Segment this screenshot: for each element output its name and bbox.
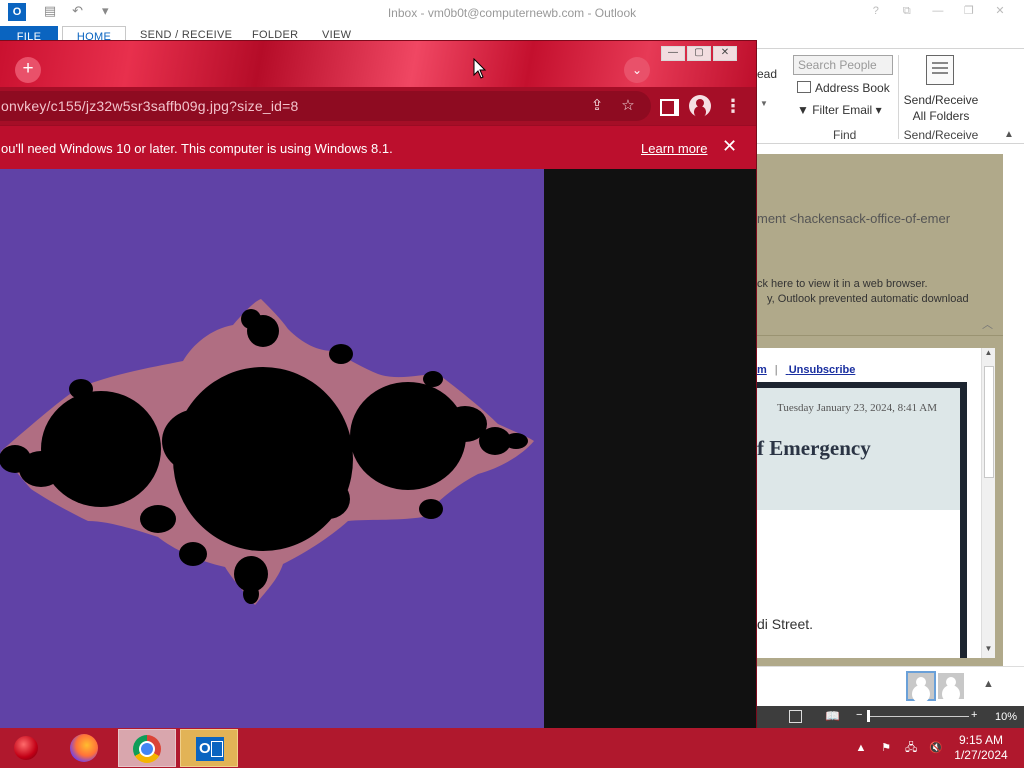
header-divider — [757, 335, 1003, 336]
taskbar-firefox[interactable] — [56, 729, 114, 767]
tab-search-button[interactable]: ⌄ — [624, 57, 650, 83]
infobar-message: ou'll need Windows 10 or later. This com… — [1, 141, 393, 156]
zoom-in-button[interactable]: + — [971, 709, 977, 721]
bookmark-star-icon[interactable]: ☆ — [618, 96, 638, 116]
address-book-label: Address Book — [815, 81, 890, 95]
outlook-window-controls: ? ⧉ — ❐ ✕ — [862, 4, 1014, 18]
url-text[interactable]: onvkey/c155/jz32w5sr3saffb09g.jpg?size_i… — [1, 98, 298, 114]
address-book-icon — [797, 81, 811, 93]
action-center-icon[interactable]: ⚑ — [875, 741, 897, 754]
email-date: Tuesday January 23, 2024, 8:41 AM — [777, 402, 938, 414]
chevron-up-icon[interactable]: ▲ — [983, 678, 994, 690]
email-heading: f Emergency — [757, 436, 871, 460]
chevron-down-icon: ▾ — [872, 103, 882, 117]
taskbar-chrome[interactable] — [118, 729, 176, 767]
taskbar: O ▲ ⚑ 🖧 🔇 9:15 AM 1/27/2024 — [0, 728, 1024, 768]
send-receive-all-icon[interactable] — [926, 55, 954, 85]
taskbar-outlook[interactable]: O — [180, 729, 238, 767]
chrome-icon — [133, 735, 161, 763]
people-pane: ▲ — [757, 666, 1024, 706]
chevron-down-icon[interactable]: ▼ — [760, 99, 768, 108]
learn-more-link[interactable]: Learn more — [641, 141, 707, 156]
maximize-button[interactable]: ▢ — [687, 46, 711, 61]
ribbon-display-button[interactable]: ⧉ — [893, 5, 921, 18]
normal-view-icon[interactable] — [789, 710, 802, 723]
profile-avatar-icon[interactable] — [689, 95, 711, 117]
restore-button[interactable]: ❐ — [955, 4, 983, 17]
filter-email-label: Filter Email — [812, 103, 873, 117]
reading-view-icon[interactable]: 📖 — [825, 709, 840, 723]
filter-email-button[interactable]: ▼ Filter Email ▾ — [797, 103, 882, 117]
send-receive-all-button[interactable]: Send/Receive All Folders — [900, 92, 982, 124]
address-bar[interactable]: onvkey/c155/jz32w5sr3saffb09g.jpg?size_i… — [0, 91, 651, 121]
tab-strip[interactable]: + ⌄ — ▢ ✕ — [0, 41, 756, 87]
share-icon[interactable]: ⇪ — [587, 96, 607, 116]
zoom-out-button[interactable]: − — [856, 709, 862, 721]
infobar-download-blocked[interactable]: y, Outlook prevented automatic download — [767, 293, 1003, 305]
scroll-thumb[interactable] — [984, 366, 994, 478]
help-button[interactable]: ? — [862, 5, 890, 17]
system-tray: ▲ ⚑ 🖧 🔇 — [850, 739, 947, 758]
group-label-send-receive: Send/Receive — [903, 128, 979, 142]
lead-label[interactable]: ead — [757, 67, 777, 81]
infobar-web-view[interactable]: ck here to view it in a web browser. — [757, 278, 1003, 290]
side-panel-icon[interactable] — [657, 96, 679, 116]
page-content — [0, 169, 756, 745]
zoom-level[interactable]: 10% — [995, 711, 1017, 723]
collapse-ribbon-icon[interactable]: ▲ — [1004, 129, 1014, 140]
email-street-text: di Street. — [757, 616, 814, 632]
new-tab-button[interactable]: + — [15, 57, 41, 83]
unsubscribe-link[interactable]: Unsubscribe — [789, 364, 856, 376]
chrome-window: + ⌄ — ▢ ✕ onvkey/c155/jz32w5sr3saffb09g.jp… — [0, 40, 757, 746]
minimize-button[interactable]: — — [924, 5, 952, 17]
start-button[interactable] — [8, 730, 44, 766]
clock[interactable]: 9:15 AM 1/27/2024 — [948, 733, 1014, 763]
message-links: m | Unsubscribe — [757, 364, 863, 376]
collapse-header-icon[interactable]: ︿ — [982, 316, 993, 332]
scroll-up-icon[interactable]: ▲ — [982, 348, 995, 362]
zoom-slider-thumb[interactable] — [867, 710, 870, 722]
address-book-button[interactable]: Address Book — [797, 81, 890, 95]
chrome-window-controls: — ▢ ✕ — [661, 42, 739, 61]
contact-avatar[interactable] — [938, 673, 964, 699]
clock-time: 9:15 AM — [958, 733, 1004, 747]
message-scrollbar[interactable]: ▲ ▼ — [981, 348, 995, 658]
message-body: m | Unsubscribe Tuesday January 23, 2024,… — [757, 348, 981, 658]
minimize-button[interactable]: — — [661, 46, 685, 61]
unsupported-os-infobar: ou'll need Windows 10 or later. This com… — [0, 125, 756, 169]
clock-date: 1/27/2024 — [954, 748, 1008, 762]
filter-icon: ▼ — [797, 103, 813, 117]
email-content-frame: Tuesday January 23, 2024, 8:41 AM f Emer… — [757, 382, 967, 658]
browser-toolbar: onvkey/c155/jz32w5sr3saffb09g.jpg?size_i… — [0, 87, 756, 125]
show-hidden-icons-icon[interactable]: ▲ — [850, 742, 872, 754]
firefox-icon — [70, 734, 98, 762]
link-partial[interactable]: m — [757, 364, 767, 376]
group-label-find: Find — [833, 128, 857, 142]
start-orb-icon — [14, 736, 38, 760]
scroll-down-icon[interactable]: ▼ — [982, 644, 995, 658]
fractal-image[interactable] — [0, 169, 544, 729]
ribbon-divider — [898, 55, 899, 139]
link-separator: | — [774, 364, 778, 376]
close-icon[interactable]: ✕ — [722, 136, 737, 157]
email-header-box: Tuesday January 23, 2024, 8:41 AM f Emer… — [757, 388, 960, 510]
contact-avatar[interactable] — [906, 671, 936, 701]
message-sender: ment <hackensack-office-of-emer — [757, 211, 951, 226]
volume-muted-icon[interactable]: 🔇 — [925, 741, 947, 754]
mouse-cursor-icon — [473, 58, 487, 79]
outlook-icon: O — [196, 737, 224, 761]
chrome-menu-icon[interactable]: ⋮ — [723, 96, 743, 116]
outlook-titlebar: O ▤ ↶ ▾ Inbox - vm0b0t@computernewb.com … — [0, 0, 1024, 26]
network-icon[interactable]: 🖧 — [900, 739, 922, 758]
search-people-input[interactable]: Search People — [793, 55, 893, 75]
reading-pane: ment <hackensack-office-of-emer ck here … — [757, 154, 1003, 666]
close-button[interactable]: ✕ — [713, 46, 737, 61]
close-button[interactable]: ✕ — [986, 4, 1014, 17]
julia-fractal-graphic — [0, 299, 534, 605]
status-bar: 📖 − + 10% — [757, 706, 1024, 728]
zoom-slider[interactable] — [869, 716, 969, 717]
